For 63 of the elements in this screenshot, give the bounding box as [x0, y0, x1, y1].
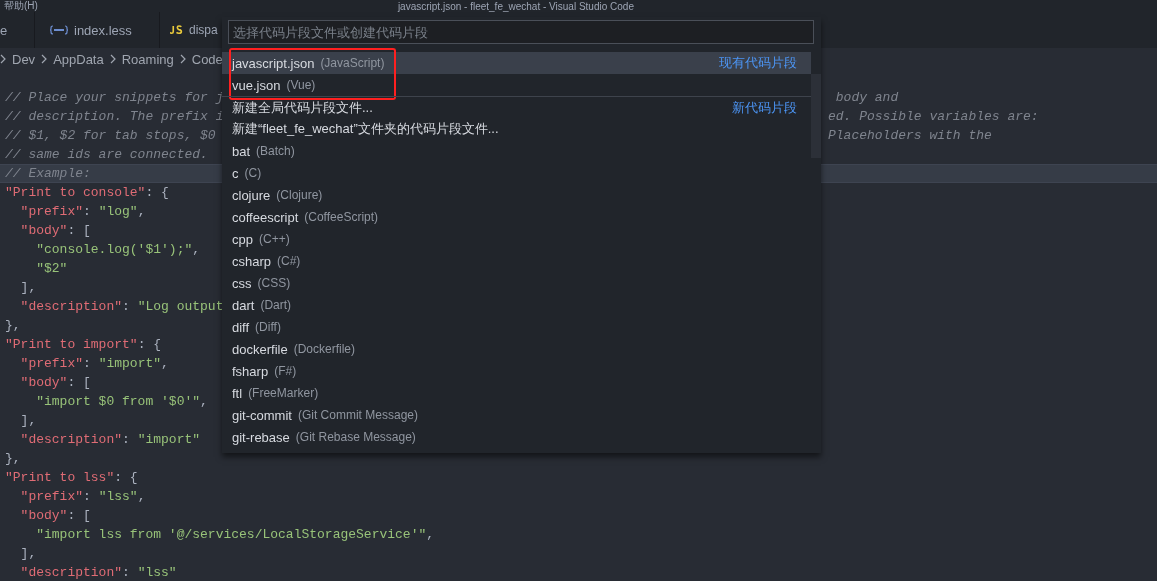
snippet-option[interactable]: clojure (Clojure): [222, 184, 811, 206]
snippet-option[interactable]: dart (Dart): [222, 294, 811, 316]
breadcrumb-item[interactable]: AppData: [53, 51, 104, 67]
breadcrumb-item[interactable]: Roaming: [121, 51, 174, 67]
code-line: "console.log('$1');",: [35, 241, 201, 259]
chevron-icon: [41, 54, 48, 64]
snippet-option[interactable]: ftl (FreeMarker): [222, 382, 811, 404]
snippet-option[interactable]: css (CSS): [222, 272, 811, 294]
code-line: "body": [: [19, 222, 91, 240]
code-line: "import lss from '@/services/LocalStorageService'",: [35, 526, 435, 544]
snippet-option[interactable]: csharp (C#): [222, 250, 811, 272]
search-field[interactable]: 选择代码片段文件或创建代码片段: [228, 20, 814, 44]
code-line: // description. The prefix i: [4, 108, 224, 126]
snippet-option[interactable]: git-rebase (Git Rebase Message): [222, 426, 811, 448]
snippet-option[interactable]: bat (Batch): [222, 140, 811, 162]
scrollbar[interactable]: [811, 74, 821, 158]
code-line: Placeholders with the: [828, 127, 992, 145]
code-line: // Place your snippets for j: [4, 89, 224, 107]
code-line: // $1, $2 for tab stops, $0: [4, 127, 217, 145]
code-line: ed. Possible variables are:: [828, 108, 1039, 126]
snippet-option[interactable]: dockerfile (Dockerfile): [222, 338, 811, 360]
code-line: },: [4, 450, 21, 468]
snippet-option[interactable]: vue.json (Vue): [222, 74, 811, 96]
breadcrumb-item[interactable]: Dev: [12, 51, 36, 67]
file-icon: [50, 25, 68, 35]
snippet-option[interactable]: fsharp (F#): [222, 360, 811, 382]
code-line: ],: [19, 545, 37, 563]
snippet-option[interactable]: git-commit (Git Commit Message): [222, 404, 811, 426]
code-line: "description": "lss": [19, 564, 177, 581]
code-line: "body": [: [19, 507, 91, 525]
snippet-option[interactable]: 新建“fleet_fe_wechat”文件夹的代码片段文件...: [222, 118, 811, 140]
editor-tab[interactable]: dispa: [160, 12, 218, 48]
code-line: // Example:: [4, 165, 91, 183]
code-line: "$2": [35, 260, 68, 278]
window-title: javascript.json - fleet_fe_wechat - Visual Studio Code: [397, 0, 634, 12]
editor-tab[interactable]: index.less: [35, 12, 160, 48]
code-line: "Print to lss": {: [4, 469, 138, 487]
chevron-icon: [0, 54, 6, 64]
code-line: ],: [19, 279, 37, 297]
menu-item[interactable]: 帮助(H): [4, 0, 38, 13]
code-line: },: [4, 317, 21, 335]
code-line: "import $0 from '$0'",: [35, 393, 208, 411]
chevron-icon: [109, 54, 116, 64]
code-line: "description": "Log output: [19, 298, 224, 316]
breadcrumb-item[interactable]: Code: [191, 51, 223, 67]
code-line: "prefix": "import",: [19, 355, 169, 373]
snippet-option[interactable]: coffeescript (CoffeeScript): [222, 206, 811, 228]
snippet-option[interactable]: 新建全局代码片段文件... 新代码片段: [222, 96, 811, 118]
snippet-option[interactable]: cpp (C++): [222, 228, 811, 250]
code-line: "Print to import": {: [4, 336, 162, 354]
code-line: "prefix": "lss",: [19, 488, 146, 506]
js-file-icon: [170, 25, 183, 35]
snippet-option[interactable]: diff (Diff): [222, 316, 811, 338]
code-line: // same ids are connected.: [4, 146, 208, 164]
snippet-option[interactable]: c (C): [222, 162, 811, 184]
code-line: "body": [: [19, 374, 91, 392]
code-line: "prefix": "log",: [19, 203, 146, 221]
code-line: "Print to console": {: [4, 184, 169, 202]
code-line: body and: [834, 89, 899, 107]
editor-tab[interactable]: e: [0, 12, 35, 48]
code-line: "description": "import": [19, 431, 201, 449]
chevron-icon: [179, 54, 186, 64]
code-line: ],: [19, 412, 37, 430]
